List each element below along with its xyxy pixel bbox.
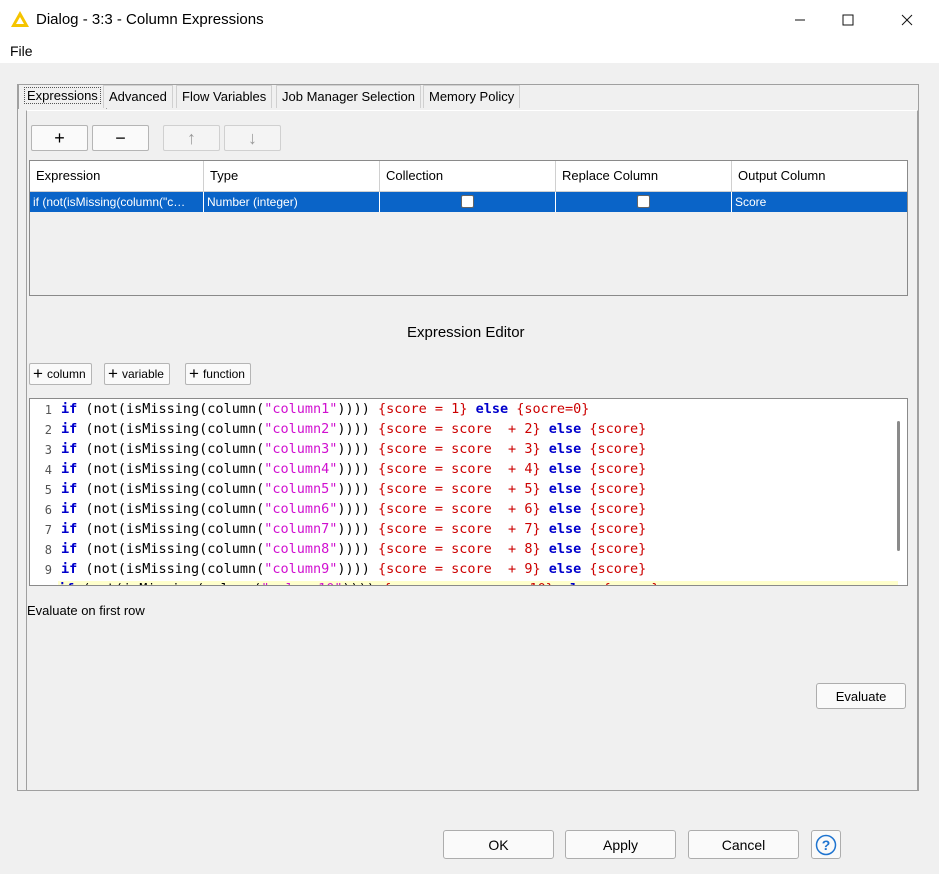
- code-line[interactable]: if (not(isMissing(column("column2")))) {…: [61, 421, 646, 437]
- remove-expression-button[interactable]: −: [92, 125, 149, 151]
- code-line[interactable]: if (not(isMissing(column("column3")))) {…: [61, 441, 646, 457]
- cell-expression[interactable]: if (not(isMissing(column("c…: [30, 192, 204, 212]
- plus-icon: +: [33, 364, 43, 383]
- ok-button[interactable]: OK: [443, 830, 554, 859]
- code-line[interactable]: if (not(isMissing(column("column4")))) {…: [61, 461, 646, 477]
- button-label: variable: [121, 367, 164, 381]
- close-icon[interactable]: [884, 6, 930, 34]
- table-row[interactable]: if (not(isMissing(column("c… Number (int…: [30, 192, 907, 212]
- line-number: 3: [44, 443, 52, 457]
- window-title: Dialog - 3:3 - Column Expressions: [36, 11, 264, 28]
- move-up-button[interactable]: ↑: [163, 125, 220, 151]
- cancel-button[interactable]: Cancel: [688, 830, 799, 859]
- move-down-button[interactable]: ↓: [224, 125, 281, 151]
- menu-bar: File: [0, 39, 939, 63]
- evaluate-on-first-row-label: Evaluate on first row: [27, 603, 145, 618]
- tab-expressions[interactable]: Expressions: [18, 84, 107, 109]
- minimize-icon[interactable]: [777, 6, 823, 34]
- apply-button[interactable]: Apply: [565, 830, 676, 859]
- line-number: 8: [44, 543, 52, 557]
- line-number: 1: [44, 403, 52, 417]
- tab-label: Advanced: [109, 89, 167, 104]
- code-line[interactable]: if (not(isMissing(column("column5")))) {…: [61, 481, 646, 497]
- cell-type[interactable]: Number (integer): [204, 192, 380, 212]
- add-expression-button[interactable]: +: [31, 125, 88, 151]
- cell-collection[interactable]: [380, 192, 556, 212]
- title-bar: Dialog - 3:3 - Column Expressions: [0, 0, 939, 39]
- button-label: column: [46, 367, 86, 381]
- tab-advanced[interactable]: Advanced: [103, 85, 173, 108]
- help-button[interactable]: ?: [811, 830, 841, 859]
- column-header-replace-column[interactable]: Replace Column: [556, 161, 732, 191]
- cell-output-column[interactable]: Score: [732, 192, 907, 212]
- tab-label: Flow Variables: [182, 89, 267, 104]
- vertical-scrollbar[interactable]: [897, 399, 907, 585]
- tab-memory-policy[interactable]: Memory Policy: [423, 85, 521, 108]
- code-line[interactable]: if (not(isMissing(column("column1")))) {…: [61, 401, 589, 417]
- knime-triangle-icon: [10, 10, 30, 28]
- line-number: 2: [44, 423, 52, 437]
- cell-replace-column[interactable]: [556, 192, 732, 212]
- tab-job-manager-selection[interactable]: Job Manager Selection: [276, 85, 421, 108]
- insert-variable-button[interactable]: + variable: [104, 363, 170, 385]
- help-icon: ?: [815, 834, 837, 855]
- line-number: 7: [44, 523, 52, 537]
- code-line[interactable]: if (not(isMissing(column("column9")))) {…: [61, 561, 646, 577]
- code-editor[interactable]: 1 2 3 4 5 6 7 8 9 10 if (not(isMissing(column("co…: [29, 398, 908, 586]
- button-label: function: [202, 367, 245, 381]
- collection-checkbox[interactable]: [461, 195, 474, 208]
- insert-column-button[interactable]: + column: [29, 363, 92, 385]
- line-number: 10: [30, 583, 52, 585]
- expression-editor-title: Expression Editor: [407, 324, 525, 341]
- table-header: Expression Type Collection Replace Colum…: [30, 161, 907, 192]
- svg-text:?: ?: [822, 837, 831, 853]
- column-header-output-column[interactable]: Output Column: [732, 161, 907, 191]
- code-line[interactable]: if (not(isMissing(column("column8")))) {…: [61, 541, 646, 557]
- maximize-icon[interactable]: [825, 6, 871, 34]
- line-number: 5: [44, 483, 52, 497]
- insert-function-button[interactable]: + function: [185, 363, 251, 385]
- column-header-collection[interactable]: Collection: [380, 161, 556, 191]
- line-number: 6: [44, 503, 52, 517]
- column-header-type[interactable]: Type: [204, 161, 380, 191]
- replace-column-checkbox[interactable]: [637, 195, 650, 208]
- tab-label: Job Manager Selection: [282, 89, 415, 104]
- scroll-thumb[interactable]: [897, 421, 900, 551]
- code-line[interactable]: if (not(isMissing(column("column10")))) …: [58, 581, 898, 585]
- line-number: 4: [44, 463, 52, 477]
- expressions-table[interactable]: Expression Type Collection Replace Colum…: [29, 160, 908, 296]
- code-line[interactable]: if (not(isMissing(column("column7")))) {…: [61, 521, 646, 537]
- column-header-expression[interactable]: Expression: [30, 161, 204, 191]
- line-number: 9: [44, 563, 52, 577]
- tab-label: Memory Policy: [429, 89, 515, 104]
- tab-flow-variables[interactable]: Flow Variables: [176, 85, 273, 108]
- menu-file[interactable]: File: [10, 43, 33, 59]
- plus-icon: +: [189, 364, 199, 383]
- line-number-gutter: 1 2 3 4 5 6 7 8 9 10: [30, 399, 57, 585]
- code-line[interactable]: if (not(isMissing(column("column6")))) {…: [61, 501, 646, 517]
- plus-icon: +: [108, 364, 118, 383]
- tab-label: Expressions: [24, 87, 101, 104]
- evaluate-button[interactable]: Evaluate: [816, 683, 906, 709]
